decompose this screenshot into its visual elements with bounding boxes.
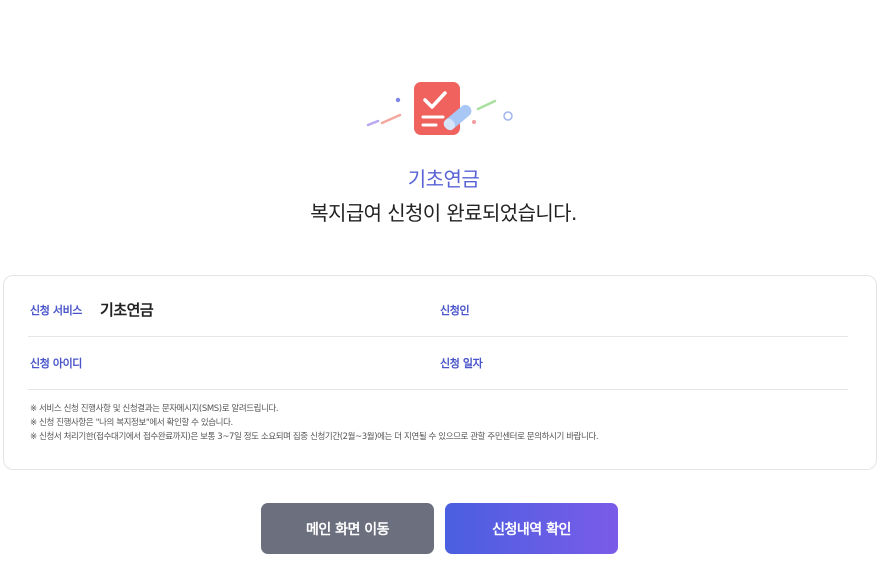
completion-message: 복지급여 신청이 완료되었습니다. <box>310 201 577 225</box>
service-label: 신청 서비스 <box>30 303 83 317</box>
notice-item: ※ 서비스 신청 진행사항 및 신청결과는 문자메시지(SMS)로 알려드립니다… <box>30 404 279 414</box>
service-value: 기초연금 <box>100 301 154 319</box>
notice-item: ※ 신청 진행사항은 "나의 복지정보"에서 확인할 수 있습니다. <box>30 418 233 428</box>
user-id-field: 신청 아이디 <box>30 336 100 389</box>
date-field: 신청 일자 <box>440 336 500 389</box>
checklist-pencil-icon <box>366 82 513 135</box>
user-id-label: 신청 아이디 <box>30 356 83 370</box>
service-title: 기초연금 <box>407 167 480 191</box>
go-to-main-button[interactable]: 메인 화면 이동 <box>261 503 434 554</box>
summary-row: 신청 아이디 신청 일자 <box>28 336 848 390</box>
applicant-field: 신청인 <box>440 283 487 336</box>
application-summary-card: 신청 서비스 기초연금 신청인 신청 아이디 신청 일자 ※ 서비스 신청 진행… <box>3 275 877 470</box>
notice-item: ※ 신청서 처리기한(접수대기에서 접수완료까지)은 보통 3~7일 정도 소요… <box>30 432 599 442</box>
notice-list: ※ 서비스 신청 진행사항 및 신청결과는 문자메시지(SMS)로 알려드립니다… <box>30 402 856 444</box>
applicant-label: 신청인 <box>440 303 470 317</box>
service-field: 신청 서비스 기초연금 <box>30 283 154 336</box>
summary-row: 신청 서비스 기초연금 신청인 <box>28 283 848 337</box>
view-application-history-button[interactable]: 신청내역 확인 <box>445 503 618 554</box>
date-label: 신청 일자 <box>440 356 483 370</box>
